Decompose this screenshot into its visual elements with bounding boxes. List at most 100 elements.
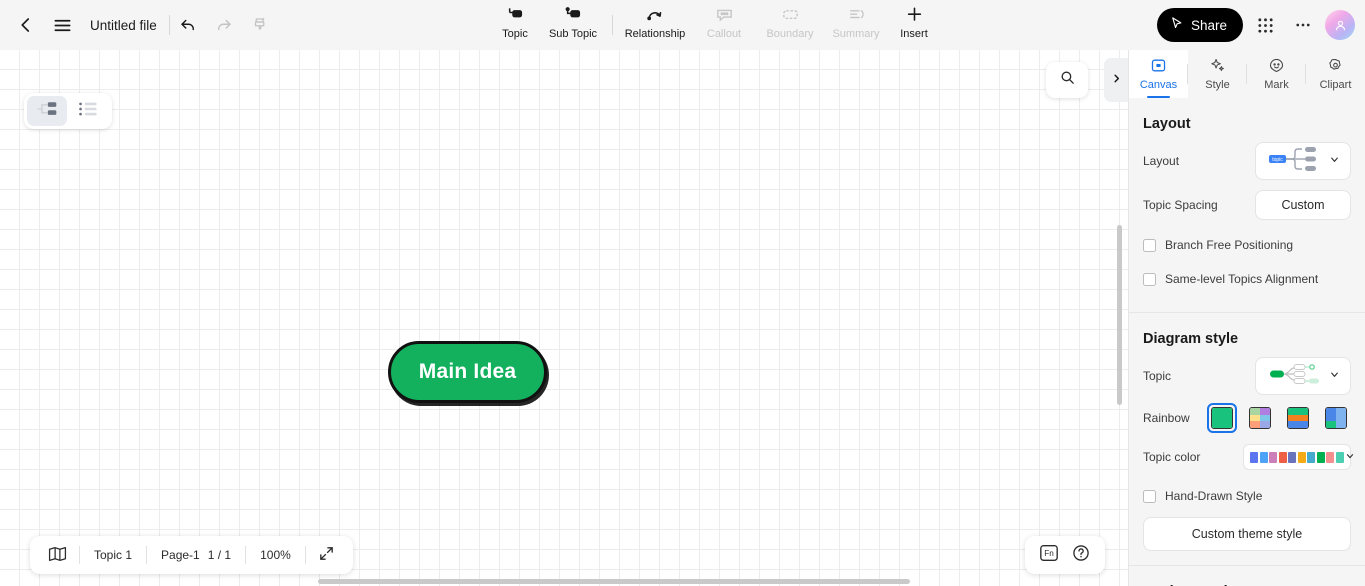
tab-mark-label: Mark <box>1264 79 1289 91</box>
diagram-style-section: Diagram style Topic Rainbow Topic color … <box>1129 313 1365 555</box>
mindmap-view-button[interactable] <box>27 96 67 126</box>
topic-spacing-label: Topic Spacing <box>1143 198 1218 212</box>
tab-style[interactable]: Style <box>1188 50 1247 98</box>
rainbow-option-1[interactable] <box>1245 403 1275 433</box>
outline-view-button[interactable] <box>69 96 109 126</box>
tool-sub-topic-label: Sub Topic <box>548 28 598 40</box>
tab-canvas-label: Canvas <box>1139 79 1178 91</box>
toolbar-divider-2 <box>612 15 613 35</box>
rainbow-cell <box>1288 414 1298 422</box>
redo-button[interactable] <box>206 7 242 43</box>
topic-spacing-selector[interactable]: Custom <box>1255 190 1351 220</box>
file-title[interactable]: Untitled file <box>80 18 169 33</box>
topic-color-selector[interactable] <box>1243 444 1354 470</box>
topic-color-swatch <box>1297 451 1306 463</box>
diagram-topic-selector[interactable] <box>1255 357 1351 395</box>
fullscreen-button[interactable] <box>306 536 347 574</box>
canvas-horizontal-scrollbar[interactable] <box>318 579 910 584</box>
search-icon <box>1059 69 1076 91</box>
tab-style-label: Style <box>1205 79 1230 91</box>
tab-clipart-label: Clipart <box>1319 79 1352 91</box>
topic-color-row: Topic color <box>1143 443 1354 471</box>
canvas-icon <box>1150 57 1167 77</box>
tool-insert[interactable]: Insert <box>889 0 939 50</box>
layout-label: Layout <box>1143 154 1180 168</box>
svg-text:topic: topic <box>1272 157 1283 163</box>
topic-color-swatch <box>1335 451 1344 463</box>
help-question-icon <box>1071 543 1091 568</box>
custom-theme-style-label: Custom theme style <box>1191 527 1303 541</box>
minimap-button[interactable] <box>36 536 79 574</box>
rainbow-cell <box>1298 408 1308 415</box>
rainbow-cell <box>1336 421 1346 428</box>
rainbow-swatch-grid <box>1249 407 1271 429</box>
rainbow-option-3[interactable] <box>1321 403 1351 433</box>
topic-color-swatch <box>1326 451 1334 463</box>
undo-button[interactable] <box>170 7 206 43</box>
panel-collapse-button[interactable] <box>1104 58 1128 102</box>
rainbow-cell <box>1212 414 1222 422</box>
share-button[interactable]: Share <box>1156 8 1243 42</box>
rainbow-cell <box>1326 408 1336 415</box>
rainbow-option-0[interactable] <box>1207 403 1237 433</box>
format-painter-button[interactable] <box>242 7 278 43</box>
rainbow-cell <box>1222 408 1232 415</box>
tool-sub-topic[interactable]: Sub Topic <box>540 0 606 50</box>
rainbow-row: Rainbow <box>1143 403 1351 433</box>
same-level-alignment-row[interactable]: Same-level Topics Alignment <box>1143 264 1351 294</box>
tool-boundary[interactable]: Boundary <box>757 0 823 50</box>
tab-clipart[interactable]: Clipart <box>1306 50 1365 98</box>
rainbow-cell <box>1288 421 1298 428</box>
rainbow-option-2[interactable] <box>1283 403 1313 433</box>
layout-selector[interactable]: topic <box>1255 142 1351 180</box>
same-level-alignment-checkbox[interactable] <box>1143 272 1156 286</box>
topic-color-swatch <box>1316 451 1325 463</box>
branch-free-positioning-row[interactable]: Branch Free Positioning <box>1143 230 1351 260</box>
relationship-icon <box>644 4 666 26</box>
chevron-down-icon <box>1329 152 1340 170</box>
back-button[interactable] <box>8 7 44 43</box>
canvas-search-button[interactable] <box>1046 62 1088 98</box>
app-grid-button[interactable] <box>1249 9 1281 41</box>
status-bar: Topic 1 Page-1 1 / 1 100% <box>30 536 353 574</box>
clipart-badge-icon <box>1327 57 1344 77</box>
layout-section: Layout Layout topic Topic Spacing Custom… <box>1129 98 1365 302</box>
function-key-icon: Fn <box>1038 543 1060 568</box>
tool-topic[interactable]: Topic <box>490 0 540 50</box>
mindmap-canvas[interactable]: Main Idea <box>0 50 1128 586</box>
hand-drawn-style-label: Hand-Drawn Style <box>1165 489 1263 503</box>
rainbow-cell <box>1298 421 1308 428</box>
custom-theme-style-button[interactable]: Custom theme style <box>1143 517 1351 551</box>
bottom-right-toolbar: Fn <box>1025 536 1105 574</box>
main-idea-node[interactable]: Main Idea <box>388 341 547 403</box>
tool-callout-label: Callout <box>706 28 742 40</box>
tab-canvas[interactable]: Canvas <box>1129 50 1188 98</box>
user-avatar[interactable] <box>1325 10 1355 40</box>
tool-relationship-label: Relationship <box>624 28 686 40</box>
topic-color-label: Topic color <box>1143 450 1201 464</box>
tool-callout[interactable]: Callout <box>691 0 757 50</box>
current-topic-label[interactable]: Topic 1 <box>80 536 146 574</box>
more-options-button[interactable] <box>1287 9 1319 41</box>
page-indicator[interactable]: Page-1 1 / 1 <box>147 536 245 574</box>
tab-mark[interactable]: Mark <box>1247 50 1306 98</box>
boundary-icon <box>780 4 801 26</box>
hand-drawn-style-checkbox[interactable] <box>1143 489 1156 503</box>
hamburger-menu-button[interactable] <box>44 7 80 43</box>
diagram-style-title: Diagram style <box>1143 331 1239 347</box>
rainbow-cell <box>1336 408 1346 415</box>
rainbow-cell <box>1250 414 1260 422</box>
canvas-vertical-scrollbar[interactable] <box>1117 225 1122 405</box>
function-key-button[interactable]: Fn <box>1037 543 1061 567</box>
page-count-label: 1 / 1 <box>207 548 232 562</box>
callout-icon <box>714 4 735 26</box>
hand-drawn-style-row[interactable]: Hand-Drawn Style <box>1143 481 1351 511</box>
chevron-right-icon <box>1111 71 1122 89</box>
branch-free-positioning-checkbox[interactable] <box>1143 238 1156 252</box>
tool-relationship[interactable]: Relationship <box>619 0 691 50</box>
tool-summary[interactable]: Summary <box>823 0 889 50</box>
topic-spacing-row: Topic Spacing Custom <box>1143 188 1351 222</box>
help-button[interactable] <box>1069 543 1093 567</box>
zoom-level-label[interactable]: 100% <box>246 536 305 574</box>
topic-color-swatch <box>1269 451 1277 463</box>
